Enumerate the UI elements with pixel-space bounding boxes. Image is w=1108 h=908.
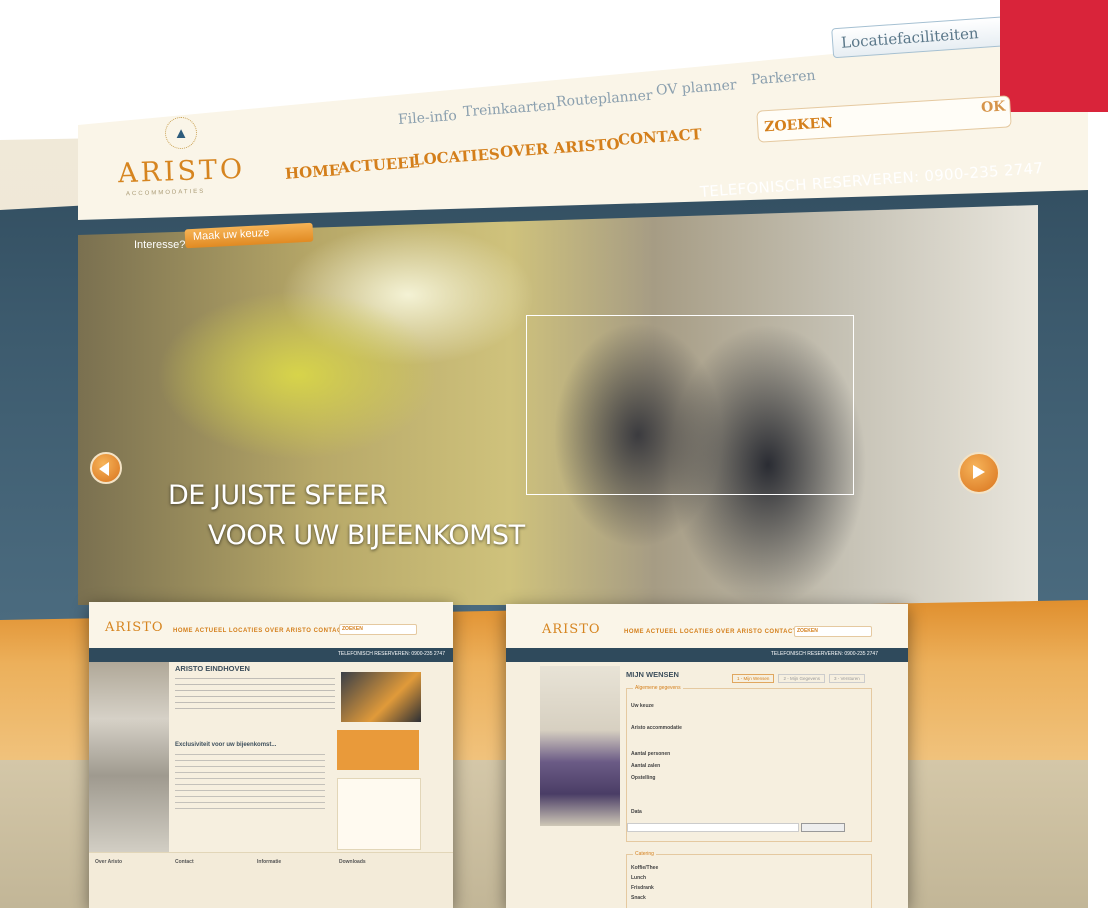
- search-label: ZOEKEN: [763, 115, 834, 136]
- thumb2-catering-4: Snack: [631, 895, 646, 901]
- thumb1-footer-col-4: Downloads: [339, 859, 366, 865]
- thumb2-field-setup: Opstelling: [631, 775, 656, 781]
- thumb1-orange-box: [337, 730, 419, 770]
- thumbnail-wishes-form: ARISTO HOME ACTUEEL LOCATIES OVER ARISTO…: [506, 604, 908, 908]
- thumb1-phone: TELEFONISCH RESERVEREN: 0900-235 2747: [337, 651, 445, 657]
- thumb1-intro-text: [175, 678, 335, 712]
- thumb2-catering-3: Frisdrank: [631, 885, 654, 891]
- chevron-right-icon: [973, 465, 985, 479]
- thumb1-footer-col-1: Over Aristo: [95, 859, 123, 865]
- thumb2-step-1[interactable]: 1 - Mijn Wensen: [732, 674, 775, 683]
- thumb1-subheading: Exclusiviteit voor uw bijeenkomst...: [175, 742, 277, 748]
- chevron-left-icon: [99, 462, 109, 476]
- thumb1-photo: [341, 672, 421, 722]
- thumb2-date-input[interactable]: [627, 823, 799, 832]
- thumb2-date-button[interactable]: [801, 823, 845, 832]
- thumb2-field-persons: Aantal personen: [631, 751, 671, 757]
- thumb2-field-accommodation: Aristo accommodatie: [631, 725, 682, 731]
- hero-image: DE JUISTE SFEER VOOR UW BIJEENKOMST: [78, 205, 1038, 605]
- hero-highlight-frame: [526, 315, 854, 495]
- thumb2-step-3[interactable]: 3 - Versturen: [828, 674, 865, 683]
- thumb1-nav: HOME ACTUEEL LOCATIES OVER ARISTO CONTAC…: [173, 628, 346, 634]
- thumb2-field-date: Data: [631, 809, 642, 815]
- thumb1-form-box: [337, 778, 421, 850]
- hero-prev-button[interactable]: [90, 452, 122, 484]
- thumb2-catering-1: Koffie/Thee: [631, 865, 659, 871]
- red-corner-accent: [1000, 0, 1108, 112]
- search-ok-button[interactable]: OK: [981, 99, 1006, 116]
- thumb2-nav: HOME ACTUEEL LOCATIES OVER ARISTO CONTAC…: [624, 629, 797, 635]
- thumbnail-location-page: ARISTO HOME ACTUEEL LOCATIES OVER ARISTO…: [89, 602, 453, 908]
- thumb1-search: ZOEKEN: [339, 624, 417, 635]
- thumb2-logo: ARISTO: [542, 622, 601, 637]
- hero-next-button[interactable]: [958, 452, 1000, 494]
- thumb1-footer-col-3: Informatie: [257, 859, 282, 865]
- thumb2-field-rooms: Aantal zalen: [631, 763, 661, 769]
- logo-icon: ▲: [165, 117, 197, 149]
- interest-label: Interesse?: [134, 239, 186, 251]
- thumb1-search-label: ZOEKEN: [342, 626, 363, 632]
- thumb2-field-choice: Uw keuze: [631, 703, 654, 709]
- thumb2-step-2[interactable]: 2 - Mijn Gegevens: [778, 674, 825, 683]
- thumb1-body-text: [175, 754, 325, 814]
- thumb2-section2: Catering: [633, 851, 656, 857]
- nav-home[interactable]: HOME: [284, 161, 340, 183]
- thumb2-phone: TELEFONISCH RESERVEREN: 0900-235 2747: [770, 651, 878, 657]
- thumb2-search-label: ZOEKEN: [797, 628, 818, 634]
- thumb2-heading: MIJN WENSEN: [626, 670, 679, 679]
- hero-tagline-line1: DE JUISTE SFEER: [168, 480, 388, 511]
- thumb1-footer-col-2: Contact: [175, 859, 194, 865]
- location-facilities-label: Locatiefaciliteiten: [840, 24, 980, 52]
- interest-select-value: Maak uw keuze: [192, 226, 270, 243]
- thumb2-general-fieldset: Algemene gegevens Uw keuze Aristo accomm…: [626, 685, 872, 842]
- thumb1-logo: ARISTO: [105, 620, 164, 635]
- thumb1-footer: Over Aristo Contact Informatie Downloads: [89, 852, 453, 908]
- hero-tagline-line2: VOOR UW BIJEENKOMST: [208, 520, 525, 551]
- thumb2-bar: TELEFONISCH RESERVEREN: 0900-235 2747: [506, 648, 908, 662]
- logo-text[interactable]: ARISTO: [117, 154, 245, 189]
- thumb2-room-image: [540, 666, 620, 826]
- thumb1-sidebar-image: [89, 662, 169, 852]
- thumb1-bar: TELEFONISCH RESERVEREN: 0900-235 2747: [89, 648, 453, 662]
- thumb2-steps: 1 - Mijn Wensen 2 - Mijn Gegevens 3 - Ve…: [732, 674, 865, 683]
- thumb2-section1: Algemene gegevens: [633, 685, 683, 691]
- thumb2-catering-2: Lunch: [631, 875, 646, 881]
- thumb1-heading: ARISTO EINDHOVEN: [175, 664, 250, 673]
- thumb2-search: ZOEKEN: [794, 626, 872, 637]
- thumb2-catering-fieldset: Catering Koffie/Thee Lunch Frisdrank Sna…: [626, 851, 872, 908]
